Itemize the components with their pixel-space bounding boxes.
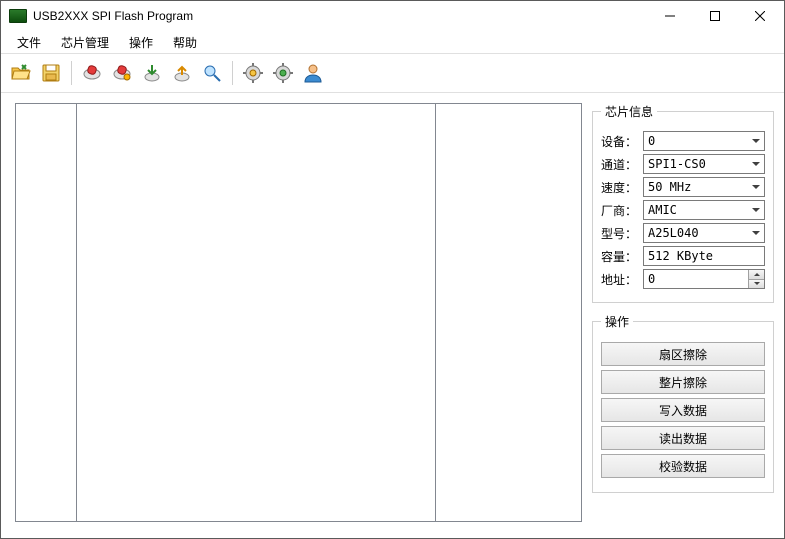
write-icon[interactable]: [138, 59, 166, 87]
user-icon[interactable]: [299, 59, 327, 87]
chevron-down-icon: [754, 282, 760, 285]
erase-icon[interactable]: [78, 59, 106, 87]
read-data-button[interactable]: 读出数据: [601, 426, 765, 450]
device-select[interactable]: 0: [643, 131, 765, 151]
speed-label: 速度：: [601, 179, 639, 196]
toolbar-separator: [232, 61, 233, 85]
channel-label: 通道：: [601, 156, 639, 173]
address-spinner[interactable]: 0: [643, 269, 765, 289]
capacity-field: 512 KByte: [643, 246, 765, 266]
save-icon[interactable]: [37, 59, 65, 87]
toolbar: [1, 54, 784, 93]
gear-yellow-icon[interactable]: [239, 59, 267, 87]
hex-col-address: [16, 104, 77, 521]
chevron-down-icon: [752, 162, 760, 166]
hex-col-bytes: [77, 104, 436, 521]
vendor-select[interactable]: AMIC: [643, 200, 765, 220]
right-panel: 芯片信息 设备： 0 通道： SPI1-CS0 速度： 50 MH: [592, 103, 774, 522]
verify-icon[interactable]: [198, 59, 226, 87]
address-label: 地址：: [601, 271, 639, 288]
window-title: USB2XXX SPI Flash Program: [33, 9, 193, 23]
menu-help[interactable]: 帮助: [163, 32, 207, 53]
app-window: USB2XXX SPI Flash Program 文件 芯片管理 操作 帮助: [0, 0, 785, 539]
chevron-down-icon: [752, 185, 760, 189]
vendor-label: 厂商：: [601, 202, 639, 219]
speed-select[interactable]: 50 MHz: [643, 177, 765, 197]
menu-chip[interactable]: 芯片管理: [51, 32, 119, 53]
maximize-button[interactable]: [692, 2, 737, 30]
model-select[interactable]: A25L040: [643, 223, 765, 243]
read-icon[interactable]: [168, 59, 196, 87]
channel-select[interactable]: SPI1-CS0: [643, 154, 765, 174]
hex-view[interactable]: [15, 103, 582, 522]
app-icon: [9, 9, 27, 23]
client-area: 芯片信息 设备： 0 通道： SPI1-CS0 速度： 50 MH: [1, 93, 784, 538]
menu-file[interactable]: 文件: [7, 32, 51, 53]
verify-data-button[interactable]: 校验数据: [601, 454, 765, 478]
sector-erase-button[interactable]: 扇区擦除: [601, 342, 765, 366]
capacity-label: 容量：: [601, 248, 639, 265]
spin-up-button[interactable]: [748, 270, 764, 280]
model-label: 型号：: [601, 225, 639, 242]
chip-erase-button[interactable]: 整片擦除: [601, 370, 765, 394]
chip-info-legend: 芯片信息: [601, 103, 657, 120]
device-label: 设备：: [601, 133, 639, 150]
chevron-down-icon: [752, 139, 760, 143]
open-file-icon[interactable]: [7, 59, 35, 87]
toolbar-separator: [71, 61, 72, 85]
close-button[interactable]: [737, 2, 782, 30]
minimize-button[interactable]: [647, 2, 692, 30]
chevron-down-icon: [752, 231, 760, 235]
menu-op[interactable]: 操作: [119, 32, 163, 53]
chevron-up-icon: [754, 273, 760, 276]
title-bar: USB2XXX SPI Flash Program: [1, 1, 784, 31]
hex-col-ascii: [436, 104, 581, 521]
spin-down-button[interactable]: [748, 280, 764, 289]
gear-green-icon[interactable]: [269, 59, 297, 87]
chip-info-group: 芯片信息 设备： 0 通道： SPI1-CS0 速度： 50 MH: [592, 103, 774, 303]
operations-group: 操作 扇区擦除 整片擦除 写入数据 读出数据 校验数据: [592, 313, 774, 493]
operations-legend: 操作: [601, 313, 633, 330]
chip-erase-icon[interactable]: [108, 59, 136, 87]
window-controls: [647, 2, 782, 30]
chevron-down-icon: [752, 208, 760, 212]
menu-bar: 文件 芯片管理 操作 帮助: [1, 31, 784, 54]
write-data-button[interactable]: 写入数据: [601, 398, 765, 422]
